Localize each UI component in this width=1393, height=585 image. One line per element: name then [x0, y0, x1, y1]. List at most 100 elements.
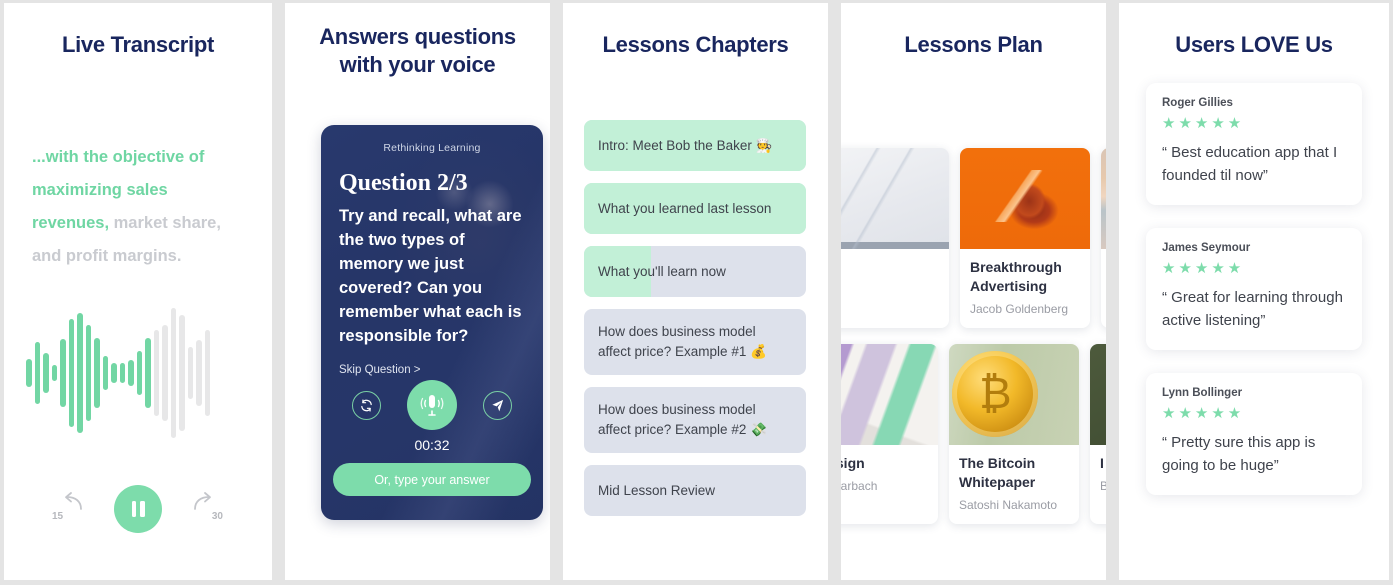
panel-lessons-chapters: Lessons Chapters Intro: Meet Bob the Bak… [563, 3, 828, 580]
app-brand-label: Rethinking Learning [383, 142, 481, 154]
waveform-bar-inactive [196, 340, 202, 406]
chapter-item[interactable]: What you learned last lesson [584, 183, 806, 234]
waveform-bar-inactive [187, 347, 193, 399]
rewind-arrow-icon [65, 492, 82, 510]
book-title: Design [841, 455, 865, 471]
waveform-bar-active [94, 338, 100, 408]
page-title-line1: Answers questions [319, 24, 516, 49]
waveform-bar-active [77, 313, 83, 433]
chapter-list: Intro: Meet Bob the Baker 🧑‍🍳 What you le… [584, 120, 806, 528]
chapter-label: How does business model affect price? Ex… [598, 402, 767, 437]
waveform-bar-active [68, 319, 74, 427]
book-card[interactable]: The Bitcoin Whitepaper Satoshi Nakamoto [949, 344, 1079, 524]
chapter-item[interactable]: Intro: Meet Bob the Baker 🧑‍🍳 [584, 120, 806, 171]
retry-button[interactable] [352, 390, 381, 420]
waveform-bar-inactive [153, 330, 159, 416]
green-foliage-cover [1090, 344, 1106, 445]
book-card[interactable]: Breakthrough Advertising Jacob Goldenberg [960, 148, 1090, 328]
review-card: James Seymour ★★★★★ “ Great for learning t… [1146, 228, 1362, 350]
audio-player-controls: 15 30 [4, 485, 272, 533]
waveform-bar-inactive [179, 315, 185, 431]
book-shelf-row-1[interactable]: Breakthrough Advertising Jacob Goldenberg… [841, 148, 1106, 328]
review-list: Roger Gillies ★★★★★ “ Best education app t… [1146, 83, 1362, 518]
waveform-bar-active [51, 365, 57, 381]
forward-seconds-label: 30 [211, 511, 223, 522]
pause-icon-bar-left [131, 501, 136, 517]
waveform-bar-active [60, 339, 66, 407]
skip-question-link[interactable]: Skip Question > [321, 348, 543, 376]
chapter-label: What you learned last lesson [598, 200, 772, 216]
waveform-bar-inactive [162, 325, 168, 421]
star-rating-icon: ★★★★★ [1162, 115, 1245, 132]
waveform-bar-inactive [170, 308, 176, 438]
recording-timer: 00:32 [414, 437, 450, 453]
type-answer-button[interactable]: Or, type your answer [333, 463, 531, 496]
reviewer-name: Lynn Bollinger [1162, 387, 1243, 399]
microphone-icon [420, 395, 444, 416]
panel-live-transcript: Live Transcript ...with the objective of… [4, 3, 272, 580]
rewind-15-button[interactable]: 15 [52, 489, 92, 529]
question-card: Rethinking Learning Question 2/3 Try and… [321, 125, 543, 520]
review-card: Lynn Bollinger ★★★★★ “ Pretty sure this ap… [1146, 373, 1362, 495]
page-title: Lessons Chapters [602, 32, 789, 57]
book-author: Jacob Goldenberg [970, 302, 1069, 316]
chapter-label: Intro: Meet Bob the Baker 🧑‍🍳 [598, 137, 773, 153]
white-sketch-cover [841, 148, 949, 249]
review-card: Roger Gillies ★★★★★ “ Best education app t… [1146, 83, 1362, 205]
chapter-item[interactable]: How does business model affect price? Ex… [584, 309, 806, 375]
reviewer-name: James Seymour [1162, 242, 1251, 254]
book-card[interactable]: Creative ThinkingDrew Boyd [1101, 148, 1106, 328]
star-rating-icon: ★★★★★ [1162, 405, 1245, 422]
star-rating-icon: ★★★★★ [1162, 260, 1245, 277]
book-card[interactable] [841, 148, 949, 328]
review-quote: “ Best education app that I founded til … [1162, 144, 1338, 184]
transcript-text: ...with the objective of maximizing sale… [32, 141, 244, 273]
voice-controls [321, 380, 543, 430]
review-quote: “ Pretty sure this app is going to be hu… [1162, 434, 1316, 474]
waveform-bar-inactive [204, 330, 210, 416]
marketing-panel-row: Live Transcript ...with the objective of… [0, 0, 1393, 585]
book-meta: IB [1090, 445, 1106, 505]
chapter-item[interactable]: Mid Lesson Review [584, 465, 806, 516]
chapter-label: How does business model affect price? Ex… [598, 324, 767, 359]
question-counter: Question 2/3 [339, 170, 468, 196]
orange-megaphone-cover [960, 148, 1090, 249]
panel-lessons-plan: Lessons Plan Breakthrough Advertising Jac… [841, 3, 1106, 580]
book-author: Satoshi Nakamoto [959, 498, 1058, 512]
page-title: Users LOVE Us [1175, 32, 1333, 57]
pause-button[interactable] [114, 485, 162, 533]
book-meta: The Bitcoin Whitepaper Satoshi Nakamoto [949, 445, 1079, 524]
waveform-bar-active [34, 342, 40, 404]
book-meta: Breakthrough Advertising Jacob Goldenberg [960, 249, 1090, 328]
forward-30-button[interactable]: 30 [184, 489, 224, 529]
chapter-item[interactable]: How does business model affect price? Ex… [584, 387, 806, 453]
purple-sketch-cover [841, 344, 938, 445]
bitcoin-coin-cover [949, 344, 1079, 445]
panel-voice-answers: Answers questions with your voice Rethin… [285, 3, 550, 580]
book-meta: Creative ThinkingDrew Boyd [1101, 249, 1106, 328]
book-title: I [1100, 455, 1104, 471]
waveform-bar-active [43, 353, 49, 393]
book-card[interactable]: Design ra Harbach [841, 344, 938, 524]
send-button[interactable] [483, 390, 512, 420]
review-quote: “ Great for learning through active list… [1162, 289, 1343, 329]
waveform-bar-active [102, 356, 108, 390]
book-card[interactable]: IB [1090, 344, 1106, 524]
audio-waveform[interactable] [26, 308, 258, 438]
photographer-silhouette-cover [1101, 148, 1106, 249]
rewind-seconds-label: 15 [52, 511, 64, 522]
page-title: Lessons Plan [904, 32, 1043, 57]
waveform-bar-active [111, 363, 117, 383]
book-title: Breakthrough Advertising [970, 259, 1062, 294]
book-author: ra Harbach [841, 479, 878, 493]
book-shelf-row-2[interactable]: Design ra Harbach The Bitcoin Whitepaper Sa… [841, 344, 1106, 524]
book-author: B [1100, 479, 1106, 493]
page-title: Live Transcript [61, 32, 214, 57]
waveform-bar-active [85, 325, 91, 421]
waveform-bar-active [26, 359, 32, 387]
chapter-label: Mid Lesson Review [598, 482, 716, 498]
record-button[interactable] [407, 380, 457, 430]
chapter-item[interactable]: What you'll learn now [584, 246, 806, 297]
page-title: Answers questions with your voice [285, 3, 550, 79]
chapter-label: What you'll learn now [598, 263, 726, 279]
